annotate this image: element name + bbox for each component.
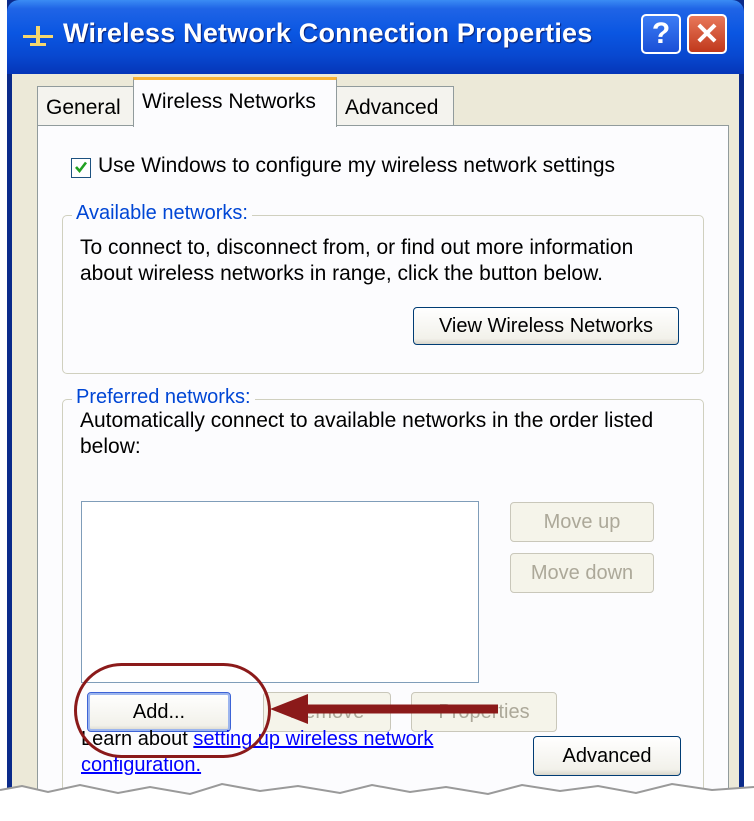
help-button[interactable]: ? <box>641 14 681 54</box>
view-wireless-networks-button[interactable]: View Wireless Networks <box>413 307 679 345</box>
tab-general[interactable]: General <box>37 86 134 126</box>
move-up-button[interactable]: Move up <box>510 502 654 542</box>
use-windows-label[interactable]: Use Windows to configure my wireless net… <box>98 154 615 178</box>
preferred-description-line2: below: <box>80 435 141 458</box>
tab-advanced[interactable]: Advanced <box>336 86 454 126</box>
advanced-button[interactable]: Advanced <box>533 736 681 776</box>
dialog-body: General Wireless Networks Advanced Use W… <box>12 74 739 815</box>
torn-edge-decoration <box>0 782 754 821</box>
available-networks-group: Available networks: To connect to, disco… <box>62 202 704 374</box>
close-button[interactable]: ✕ <box>687 14 727 54</box>
preferred-networks-list[interactable] <box>81 501 479 683</box>
available-networks-legend: Available networks: <box>72 202 252 225</box>
checkmark-icon <box>75 161 88 174</box>
available-description-line2: about wireless networks in range, click … <box>80 262 603 285</box>
wireless-networks-panel: Use Windows to configure my wireless net… <box>37 125 729 815</box>
preferred-networks-legend: Preferred networks: <box>72 386 255 409</box>
preferred-description-line1: Automatically connect to available netwo… <box>80 409 654 432</box>
network-connection-icon <box>23 26 53 46</box>
properties-window: Wireless Network Connection Properties ?… <box>7 0 744 815</box>
tab-wireless-networks[interactable]: Wireless Networks <box>133 77 337 127</box>
available-description-line1: To connect to, disconnect from, or find … <box>80 236 634 259</box>
move-down-button[interactable]: Move down <box>510 553 654 593</box>
annotation-circle <box>74 663 271 758</box>
title-bar[interactable]: Wireless Network Connection Properties ?… <box>7 0 744 74</box>
window-title: Wireless Network Connection Properties <box>63 18 593 48</box>
use-windows-checkbox[interactable] <box>71 158 91 178</box>
annotation-arrow-icon <box>270 694 498 724</box>
